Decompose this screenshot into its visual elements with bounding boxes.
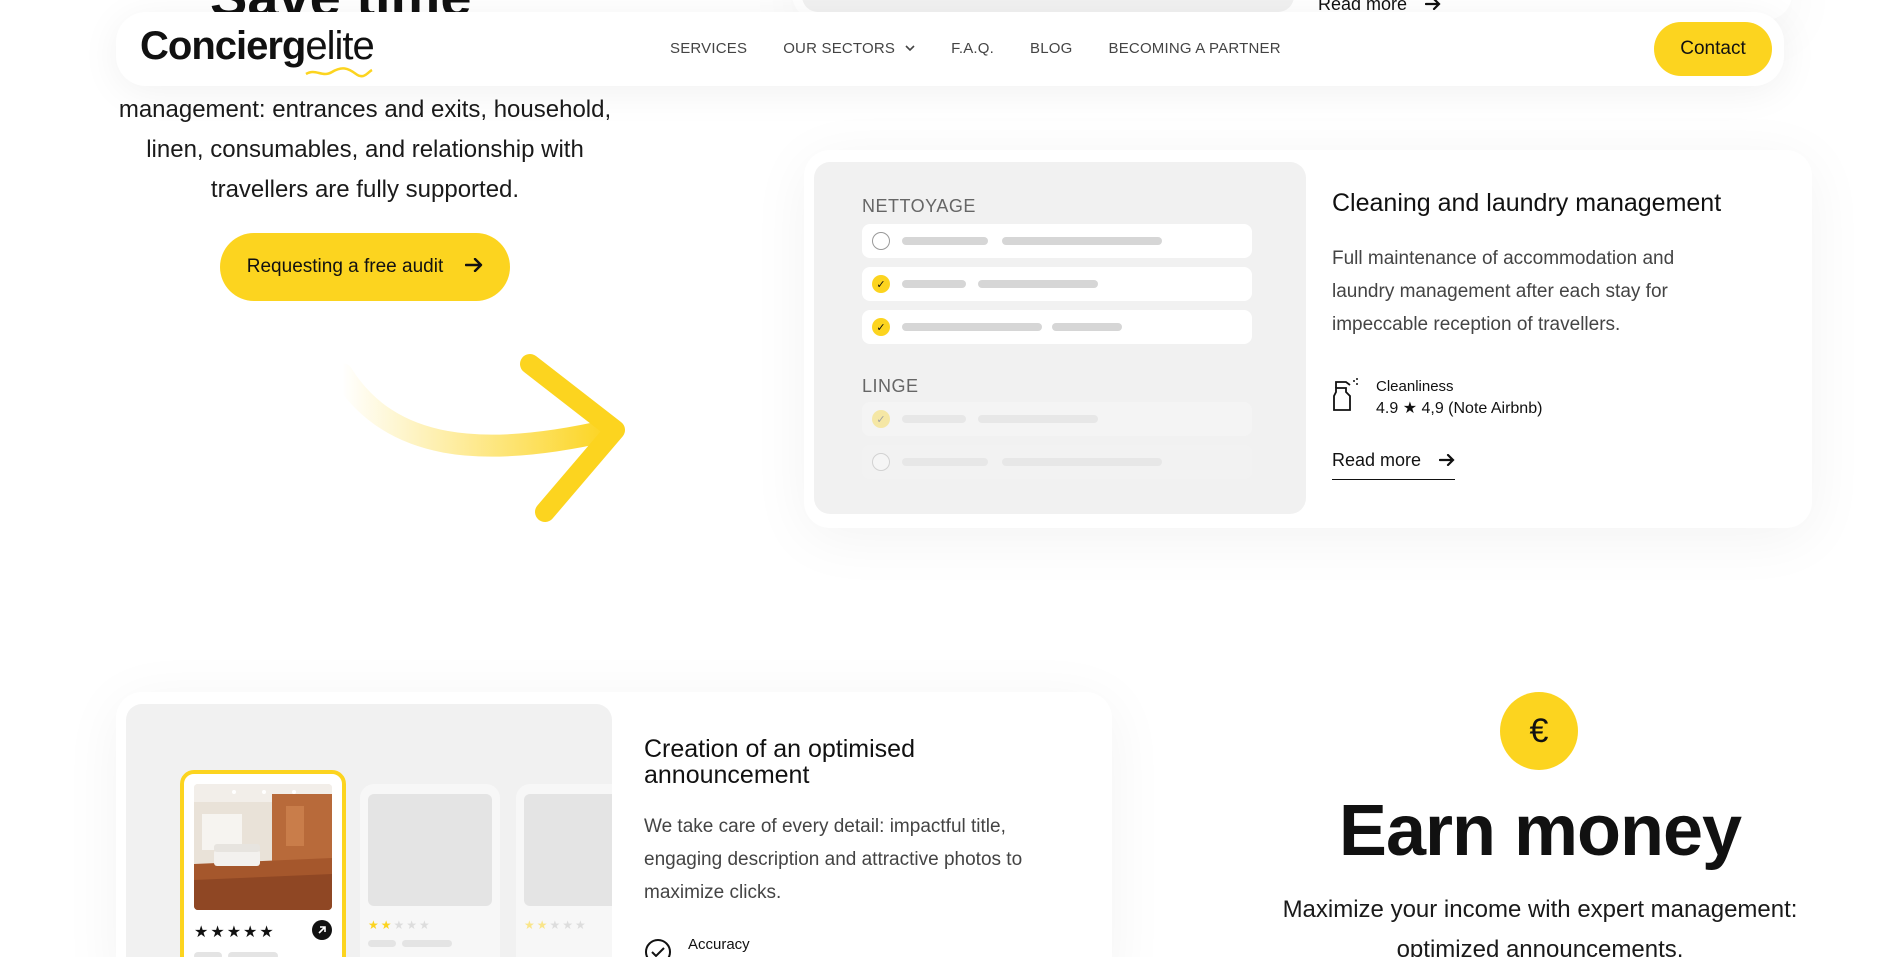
main-nav: SERVICES OUR SECTORS F.A.Q. BLOG BECOMIN…	[670, 40, 1281, 57]
listing-card-selected: ★★★★★	[180, 770, 346, 957]
five-star-rating: ★★★★★	[194, 924, 276, 941]
arrow-right-icon	[465, 256, 483, 278]
logo-squiggle-icon	[305, 67, 373, 78]
announcement-card-title: Creation of an optimised announcement	[644, 735, 915, 789]
logo[interactable]: Conciergelite	[140, 24, 375, 69]
decorative-arrow-icon	[331, 354, 625, 522]
checkbox-empty-icon	[872, 453, 890, 471]
announcement-card: ★★★★★ ★★★★★ ★★★★★ Creation of an optimis…	[116, 692, 1112, 957]
nav-becoming-partner[interactable]: BECOMING A PARTNER	[1109, 40, 1281, 57]
checklist-row: ✓	[862, 267, 1252, 301]
cleaning-read-more-link[interactable]: Read more	[1332, 450, 1456, 480]
accuracy-label: Accuracy	[688, 936, 750, 953]
checklist-row	[862, 445, 1252, 479]
nav-our-sectors[interactable]: OUR SECTORS	[783, 40, 915, 57]
cleaning-card: NETTOYAGE ✓ ✓ LINGE ✓ Cleaning and laund…	[804, 150, 1812, 528]
request-audit-button[interactable]: Requesting a free audit	[220, 233, 510, 301]
cleaning-card-title: Cleaning and laundry management	[1332, 189, 1722, 217]
star-rating: ★★★★★	[368, 918, 432, 932]
cleanliness-rating: 4.9 ★ 4,9 (Note Airbnb)	[1376, 400, 1543, 417]
checkmark-icon: ✓	[872, 318, 890, 336]
checklist-row: ✓	[862, 402, 1252, 436]
announcement-card-description: We take care of every detail: impactful …	[644, 816, 1023, 903]
checklist-row	[862, 224, 1252, 258]
listing-card: ★★★★★	[360, 784, 500, 957]
check-circle-icon	[645, 939, 671, 957]
euro-icon: €	[1500, 692, 1578, 770]
logo-bold-text: Concierg	[140, 24, 306, 68]
read-more-label: Read more	[1332, 450, 1422, 470]
logo-light-text: elite	[305, 24, 374, 68]
contact-button[interactable]: Contact	[1654, 22, 1772, 76]
cleaning-card-description: Full maintenance of accommodation and la…	[1332, 248, 1675, 335]
mock-section-linge: LINGE	[862, 376, 919, 396]
apartment-photo	[194, 784, 332, 910]
mock-section-nettoyage: NETTOYAGE	[862, 196, 976, 216]
nav-our-sectors-label: OUR SECTORS	[783, 40, 896, 57]
nav-faq[interactable]: F.A.Q.	[951, 40, 994, 57]
cleanliness-label: Cleanliness	[1376, 378, 1454, 395]
arrow-right-icon	[1438, 450, 1455, 471]
site-header: Conciergelite SERVICES OUR SECTORS F.A.Q…	[116, 12, 1784, 86]
spray-bottle-icon	[1333, 378, 1358, 411]
checkmark-icon: ✓	[872, 410, 890, 428]
previous-card-mock	[802, 0, 1294, 12]
star-rating: ★★★★★	[524, 918, 588, 932]
listing-card: ★★★★★	[516, 784, 612, 957]
chevron-down-icon	[905, 45, 915, 52]
checkbox-empty-icon	[872, 232, 890, 250]
listing-mock-panel: ★★★★★ ★★★★★ ★★★★★	[126, 704, 612, 957]
request-audit-label: Requesting a free audit	[246, 256, 444, 277]
checkmark-icon: ✓	[872, 275, 890, 293]
checklist-row: ✓	[862, 310, 1252, 344]
nav-blog[interactable]: BLOG	[1030, 40, 1072, 57]
cleaning-checklist-mock: NETTOYAGE ✓ ✓ LINGE ✓	[814, 162, 1306, 514]
hero-description: management: entrances and exits, househo…	[118, 96, 612, 203]
earn-money-description: Maximize your income with expert managem…	[1282, 896, 1798, 957]
external-link-icon[interactable]	[312, 920, 332, 940]
nav-services[interactable]: SERVICES	[670, 40, 747, 57]
earn-money-title: Earn money	[1338, 791, 1742, 871]
